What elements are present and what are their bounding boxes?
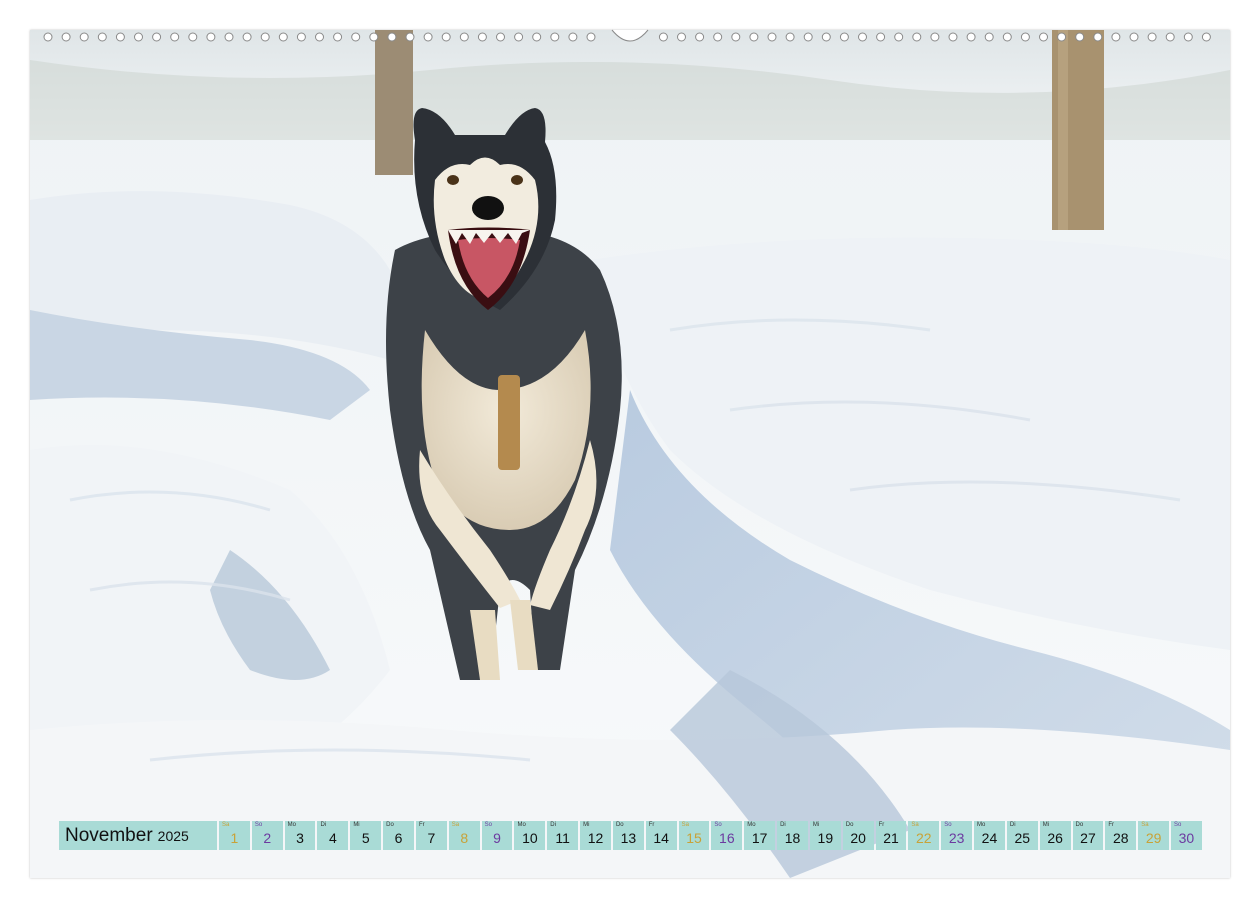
day-cell: Di 4 xyxy=(317,821,349,850)
day-number: 30 xyxy=(1178,830,1195,846)
day-abbr: Mo xyxy=(517,822,526,828)
day-abbr: Fr xyxy=(648,822,655,828)
day-cell: Fr 7 xyxy=(415,821,447,850)
day-cell: So 2 xyxy=(251,821,283,850)
day-cell: Mo 17 xyxy=(744,821,776,850)
day-cell: Do 27 xyxy=(1072,821,1104,850)
day-cell: Fr 28 xyxy=(1105,821,1137,850)
day-cell: Di 25 xyxy=(1006,821,1038,850)
day-number: 8 xyxy=(460,830,469,846)
month-name: November xyxy=(65,824,153,846)
day-number: 4 xyxy=(329,830,337,846)
day-cell: Di 11 xyxy=(547,821,579,850)
day-number: 12 xyxy=(587,830,604,846)
day-abbr: Mo xyxy=(977,822,986,828)
day-cell: Mo 24 xyxy=(974,821,1005,850)
husky-snow-photo xyxy=(30,30,1230,878)
day-number: 20 xyxy=(850,830,866,846)
month-label: November 2025 xyxy=(59,821,217,850)
day-number: 6 xyxy=(394,830,403,846)
day-number: 26 xyxy=(1047,830,1063,846)
day-cell: Sa 1 xyxy=(219,821,250,850)
day-cell: Di 18 xyxy=(777,821,808,850)
day-abbr: So xyxy=(254,822,263,828)
day-cell: Do 6 xyxy=(383,821,414,850)
day-number: 9 xyxy=(493,830,501,846)
day-abbr: Fr xyxy=(878,822,885,828)
day-number: 10 xyxy=(522,830,538,846)
day-cell: Fr 21 xyxy=(875,821,907,850)
day-cell: So 16 xyxy=(711,821,743,850)
day-cell: Do 13 xyxy=(612,821,644,850)
day-cell: Sa 8 xyxy=(448,821,480,850)
day-abbr: So xyxy=(1174,822,1182,828)
day-number: 1 xyxy=(230,830,239,846)
day-abbr: Do xyxy=(1075,822,1084,828)
day-abbr: Mo xyxy=(747,822,756,828)
day-number: 17 xyxy=(751,830,768,846)
day-number: 22 xyxy=(916,830,932,846)
day-abbr: So xyxy=(944,822,952,828)
day-number: 5 xyxy=(361,830,370,846)
day-cell: Do 20 xyxy=(842,821,874,850)
day-abbr: So xyxy=(484,822,492,828)
day-abbr: Di xyxy=(1009,822,1016,828)
day-abbr: Di xyxy=(550,822,556,828)
day-abbr: Do xyxy=(845,822,854,828)
day-cell: Mi 5 xyxy=(350,821,382,850)
day-abbr: Sa xyxy=(911,822,919,828)
day-abbr: Fr xyxy=(418,822,425,828)
day-abbr: Sa xyxy=(1141,822,1149,828)
day-cell: Mo 3 xyxy=(284,821,316,850)
day-abbr: Mi xyxy=(1042,822,1050,828)
day-number: 2 xyxy=(263,830,272,846)
day-cell: Sa 22 xyxy=(908,821,940,850)
day-abbr: Mo xyxy=(287,822,296,828)
day-number: 18 xyxy=(784,830,801,846)
day-number: 19 xyxy=(817,830,834,846)
day-number: 21 xyxy=(883,830,899,846)
day-abbr: Mi xyxy=(583,822,590,828)
day-abbr: Sa xyxy=(451,822,460,828)
day-cell: Sa 15 xyxy=(678,821,710,850)
day-number: 24 xyxy=(981,830,998,846)
day-number: 27 xyxy=(1080,830,1096,846)
day-number: 15 xyxy=(686,830,702,846)
day-abbr: Mi xyxy=(812,822,820,828)
day-cell: Mi 19 xyxy=(809,821,841,850)
day-cell: So 30 xyxy=(1171,821,1202,850)
day-number: 14 xyxy=(653,830,669,846)
day-abbr: Sa xyxy=(222,822,230,828)
day-abbr: Do xyxy=(615,822,624,828)
day-cell: Mi 26 xyxy=(1039,821,1071,850)
day-number: 7 xyxy=(427,830,436,846)
day-abbr: Di xyxy=(780,822,786,828)
day-number: 11 xyxy=(555,830,570,846)
year: 2025 xyxy=(157,827,189,844)
day-number: 28 xyxy=(1112,830,1129,846)
day-cell: So 23 xyxy=(941,821,973,850)
day-number: 23 xyxy=(948,830,965,846)
day-cell: Mo 10 xyxy=(514,821,546,850)
day-abbr: Di xyxy=(320,822,327,828)
day-cell: Sa 29 xyxy=(1138,821,1170,850)
day-abbr: Mi xyxy=(353,822,360,828)
day-abbr: Do xyxy=(386,822,394,828)
day-abbr: Sa xyxy=(681,822,689,828)
day-abbr: So xyxy=(714,822,722,828)
wire-binding-icon xyxy=(30,26,1230,48)
calendar-page: November 2025 Sa 1 So 2 Mo 3 Di 4 Mi 5 Do 6 Fr… xyxy=(0,0,1260,908)
day-number: 3 xyxy=(296,830,304,846)
day-cell: So 9 xyxy=(481,821,513,850)
calendar-strip: November 2025 Sa 1 So 2 Mo 3 Di 4 Mi 5 Do 6 Fr… xyxy=(59,821,1202,850)
day-abbr: Fr xyxy=(1108,822,1115,828)
day-number: 16 xyxy=(719,830,735,846)
day-number: 13 xyxy=(620,830,637,846)
day-number: 25 xyxy=(1014,830,1031,846)
day-cell: Fr 14 xyxy=(645,821,677,850)
day-number: 29 xyxy=(1145,830,1162,846)
day-cell: Mi 12 xyxy=(580,821,611,850)
